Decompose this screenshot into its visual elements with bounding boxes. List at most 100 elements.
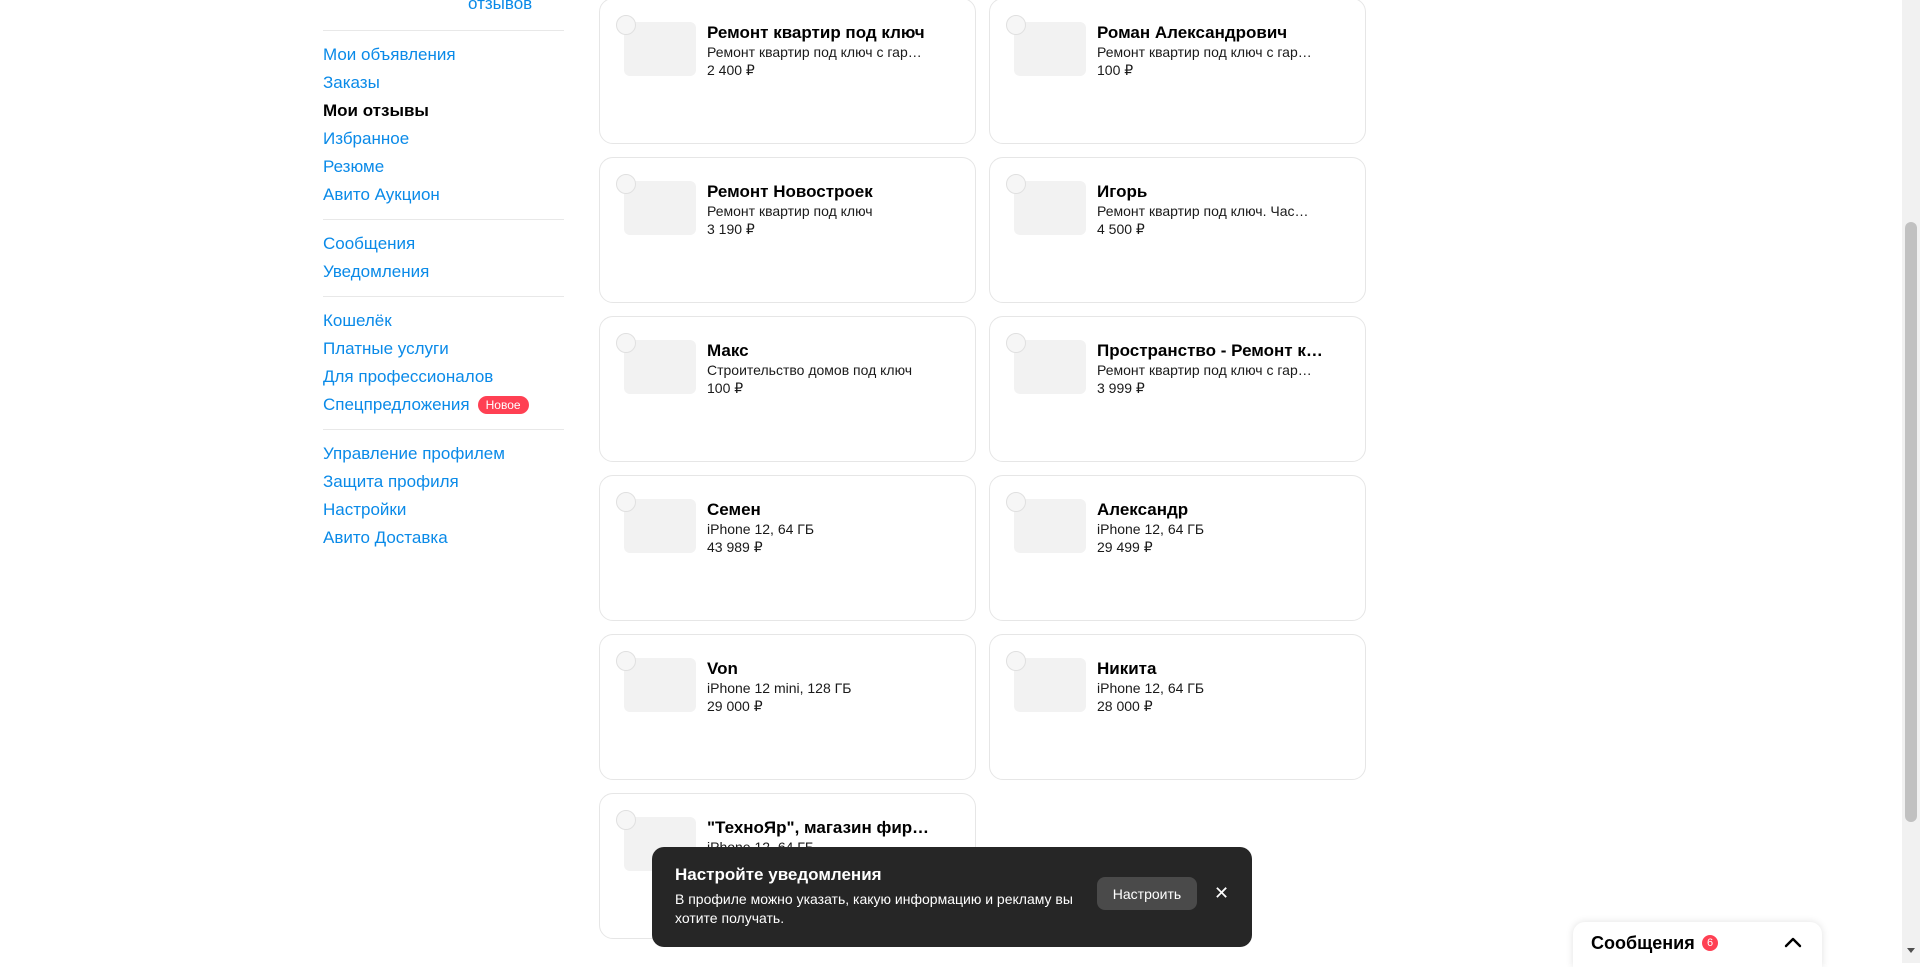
sidebar-item-label: Спецпредложения [323,395,470,414]
scroll-down-icon[interactable] [1907,948,1915,953]
card-title: Роман Александрович [1097,23,1288,42]
avatar [1006,15,1026,35]
card-price: 29 000 ₽ [707,698,763,714]
sidebar-item-label: Управление профилем [323,444,505,463]
listing-thumbnail [1014,499,1086,553]
nav-group: Мои объявления Заказы Мои отзывы Избранное Р… [323,30,564,219]
reviews-count-link[interactable]: отзывов [468,0,532,14]
sidebar-item[interactable]: Заказы [323,69,564,97]
listing-thumbnail [1014,22,1086,76]
listing-thumbnail [624,181,696,235]
nav-group: Сообщения Уведомления [323,219,564,296]
sidebar-item[interactable]: Мои объявления [323,41,564,69]
review-card[interactable]: Роман Александрович Ремонт квартир под к… [989,0,1366,144]
card-subtitle: Ремонт квартир под ключ с гар… [707,44,922,60]
card-title: "ТехноЯр", магазин фирм… [707,818,937,837]
card-price: 100 ₽ [707,380,744,396]
card-title: Александр [1097,500,1189,519]
avatar [616,492,636,512]
card-price: 100 ₽ [1097,62,1134,78]
review-card[interactable]: Ремонт Новостроек Ремонт квартир под клю… [599,157,976,303]
card-subtitle: iPhone 12, 64 ГБ [707,521,815,537]
sidebar-item-label: Авито Доставка [323,528,448,547]
sidebar-item-label: Сообщения [323,234,416,253]
listing-thumbnail [624,340,696,394]
listing-thumbnail [1014,181,1086,235]
card-title: Ремонт Новостроек [707,182,873,201]
card-price: 43 989 ₽ [707,539,763,555]
card-subtitle: Ремонт квартир под ключ с гар… [1097,362,1312,378]
card-price: 3 190 ₽ [707,221,755,237]
card-subtitle: iPhone 12, 64 ГБ [1097,521,1205,537]
new-badge: Новое [477,396,529,414]
avatar [1006,333,1026,353]
toast-text: В профиле можно указать, какую информаци… [675,891,1073,926]
sidebar-item[interactable]: Платные услуги [323,335,564,363]
sidebar-item[interactable]: Управление профилем [323,440,564,468]
card-title: Игорь [1097,182,1148,201]
sidebar-item[interactable]: Уведомления [323,258,564,286]
sidebar-item[interactable]: Кошелёк [323,307,564,335]
sidebar-item-label: Платные услуги [323,339,449,358]
card-title: Семен [707,500,761,519]
card-subtitle: iPhone 12 mini, 128 ГБ [707,680,852,696]
card-title: Пространство - Ремонт к… [1097,341,1323,360]
messages-widget-title: Сообщения [1591,933,1695,953]
sidebar-item-label: Для профессионалов [323,367,494,386]
sidebar-item[interactable]: Мои отзывы [323,97,564,125]
card-price: 4 500 ₽ [1097,221,1145,237]
reviews-grid: Ремонт квартир под ключ Ремонт квартир п… [599,0,1367,963]
card-subtitle: iPhone 12, 64 ГБ [1097,680,1205,696]
avatar [1006,174,1026,194]
review-card[interactable]: Никита iPhone 12, 64 ГБ 28 000 ₽ [989,634,1366,780]
card-price: 2 400 ₽ [707,62,755,78]
sidebar-item-label: Уведомления [323,262,430,281]
page-scrollbar[interactable] [1902,0,1920,963]
sidebar-item-label: Резюме [323,157,385,176]
messages-count-badge: 6 [1702,935,1718,951]
scrollbar-thumb[interactable] [1905,222,1917,822]
sidebar-item[interactable]: Спецпредложения Новое [323,391,564,419]
avatar [616,810,636,830]
sidebar-item-label: Мои объявления [323,45,456,64]
review-card[interactable]: Семен iPhone 12, 64 ГБ 43 989 ₽ [599,475,976,621]
card-subtitle: Ремонт квартир под ключ [707,203,873,219]
listing-thumbnail [1014,340,1086,394]
card-subtitle: Ремонт квартир под ключ. Час… [1097,203,1309,219]
listing-thumbnail [624,22,696,76]
sidebar-item[interactable]: Защита профиля [323,468,564,496]
card-price: 29 499 ₽ [1097,539,1153,555]
avatar [616,333,636,353]
card-subtitle: Ремонт квартир под ключ с гар… [1097,44,1312,60]
card-title: Ремонт квартир под ключ [707,23,925,42]
sidebar-item[interactable]: Настройки [323,496,564,524]
review-card[interactable]: Игорь Ремонт квартир под ключ. Час… 4 50… [989,157,1366,303]
card-title: Макс [707,341,749,360]
close-icon[interactable]: ✕ [1214,883,1229,904]
sidebar-item[interactable]: Сообщения [323,230,564,258]
sidebar-item-label: Кошелёк [323,311,392,330]
review-card[interactable]: Макс Строительство домов под ключ 100 ₽ [599,316,976,462]
messages-widget[interactable]: Сообщения 6 [1573,922,1822,967]
sidebar-item-label: Авито Аукцион [323,185,440,204]
sidebar-item-label: Настройки [323,500,407,519]
nav-group: Кошелёк Платные услуги Для профессионалов С… [323,296,564,429]
sidebar-item-label: Заказы [323,73,380,92]
review-card[interactable]: Пространство - Ремонт к… Ремонт квартир … [989,316,1366,462]
avatar [616,651,636,671]
nav-group: Управление профилем Защита профиля Настрой… [323,429,564,562]
review-card[interactable]: Von iPhone 12 mini, 128 ГБ 29 000 ₽ [599,634,976,780]
sidebar-item[interactable]: Для профессионалов [323,363,564,391]
sidebar-item[interactable]: Авито Доставка [323,524,564,552]
configure-button[interactable]: Настроить [1097,877,1197,910]
card-price: 28 000 ₽ [1097,698,1153,714]
chevron-up-icon[interactable] [1783,933,1803,953]
review-card[interactable]: Ремонт квартир под ключ Ремонт квартир п… [599,0,976,144]
card-subtitle: Строительство домов под ключ [707,362,913,378]
listing-thumbnail [624,499,696,553]
sidebar-item[interactable]: Избранное [323,125,564,153]
avatar [616,15,636,35]
sidebar-item[interactable]: Резюме [323,153,564,181]
sidebar-item[interactable]: Авито Аукцион [323,181,564,209]
review-card[interactable]: Александр iPhone 12, 64 ГБ 29 499 ₽ [989,475,1366,621]
